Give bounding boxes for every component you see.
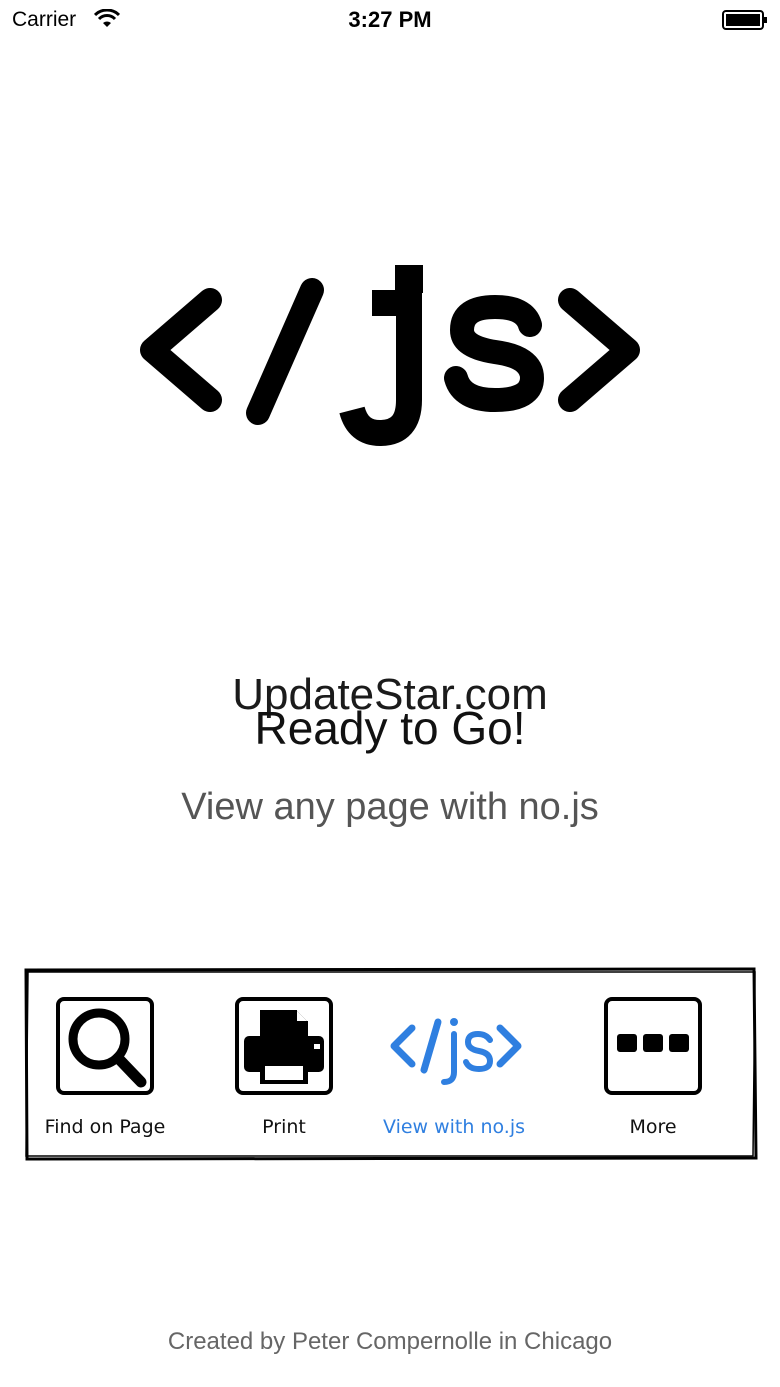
more-dots-icon	[604, 997, 702, 1095]
page-title: Ready to Go!	[254, 702, 526, 754]
battery-icon	[722, 10, 767, 30]
status-time: 3:27 PM	[348, 7, 432, 32]
find-on-page-label: Find on Page	[44, 1116, 166, 1138]
page-subtitle: View any page with no.js	[181, 786, 599, 828]
more-label: More	[629, 1116, 677, 1138]
more-button[interactable]: More	[573, 996, 733, 1138]
view-with-nojs-button[interactable]: View with no.js	[374, 996, 534, 1138]
printer-icon	[235, 997, 333, 1095]
print-label: Print	[262, 1116, 306, 1138]
nojs-icon	[390, 1018, 522, 1085]
magnifier-icon	[56, 997, 154, 1095]
credits-footer: Created by Peter Compernolle in Chicago	[167, 1328, 613, 1355]
nojs-logo-icon	[140, 265, 640, 447]
find-on-page-button[interactable]: Find on Page	[25, 996, 185, 1138]
view-with-nojs-label: View with no.js	[382, 1116, 526, 1138]
print-button[interactable]: Print	[204, 996, 364, 1138]
status-bar: Carrier 3:27 PM	[0, 0, 780, 40]
